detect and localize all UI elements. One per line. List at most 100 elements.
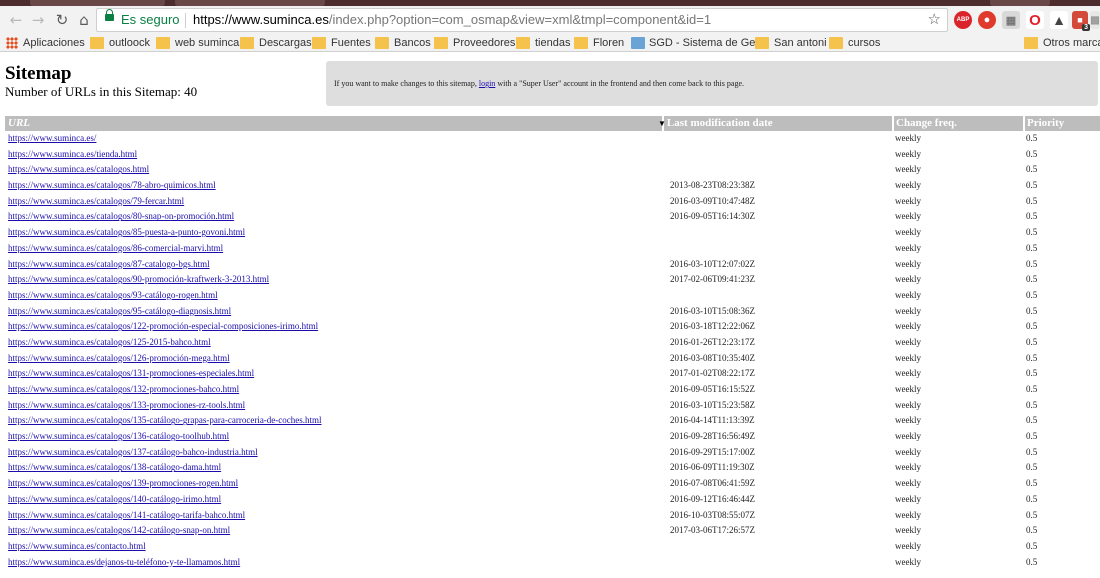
bookmark-star-icon[interactable]: ☆ <box>928 10 941 28</box>
divider <box>185 13 186 28</box>
bookmark-folder[interactable]: Fuentes <box>312 35 371 51</box>
priority-cell: 0.5 <box>1026 274 1038 285</box>
table-row: https://www.suminca.es/weekly 0.5 <box>5 131 1100 147</box>
url-link[interactable]: https://www.suminca.es/catalogos/126-pro… <box>8 353 230 363</box>
url-link[interactable]: https://www.suminca.es/catalogos/137-cat… <box>8 447 258 457</box>
changefreq-cell: weekly <box>895 368 921 379</box>
url-link[interactable]: https://www.suminca.es/tienda.html <box>8 149 137 159</box>
bookmark-folder[interactable]: Bancos <box>375 35 431 51</box>
lastmod-cell: 2013-08-23T08:23:38Z <box>670 180 755 191</box>
url-link[interactable]: https://www.suminca.es/catalogos/90-prom… <box>8 274 269 284</box>
extension-circle-icon[interactable]: ● <box>978 11 996 29</box>
url-link[interactable]: https://www.suminca.es/catalogos/141-cat… <box>8 510 245 520</box>
url-link[interactable]: https://www.suminca.es/catalogos/138-cat… <box>8 462 221 472</box>
priority-cell: 0.5 <box>1026 462 1038 473</box>
table-row: https://www.suminca.es/catalogos/137-cat… <box>5 445 1100 461</box>
table-row: https://www.suminca.es/catalogos/142-cat… <box>5 523 1100 539</box>
bookmark-label: Otros marcad <box>1043 37 1100 49</box>
column-header-lastmod[interactable]: ▼Last modification date <box>658 117 773 131</box>
url-link[interactable]: https://www.suminca.es/catalogos/86-come… <box>8 243 223 253</box>
url-link[interactable]: https://www.suminca.es/catalogos/139-pro… <box>8 478 238 488</box>
column-header-url[interactable]: URL <box>8 117 30 131</box>
bookmark-label: web suminca <box>175 37 240 49</box>
bookmark-folder[interactable]: Descargas <box>240 35 312 51</box>
incognito-hat-icon[interactable]: ▲ <box>1050 11 1068 29</box>
url-link[interactable]: https://www.suminca.es/catalogos/136-cat… <box>8 431 229 441</box>
url-link[interactable]: https://www.suminca.es/dejanos-tu-teléfo… <box>8 557 240 567</box>
folder-icon <box>312 37 326 49</box>
lastmod-cell: 2016-03-18T12:22:06Z <box>670 321 755 332</box>
priority-cell: 0.5 <box>1026 148 1038 159</box>
extension-puzzle-icon[interactable]: ▦ <box>1002 11 1020 29</box>
url-link[interactable]: https://www.suminca.es/catalogos/85-pues… <box>8 227 245 237</box>
bookmark-label: outloock <box>109 37 150 49</box>
forward-icon[interactable]: → <box>28 10 48 30</box>
url-link[interactable]: https://www.suminca.es/catalogos/132-pro… <box>8 384 239 394</box>
url-link[interactable]: https://www.suminca.es/catalogos/79-ferc… <box>8 196 184 206</box>
adblock-icon[interactable]: ABP <box>954 11 972 29</box>
table-row: https://www.suminca.es/catalogos/131-pro… <box>5 366 1100 382</box>
url-link[interactable]: https://www.suminca.es/contacto.html <box>8 541 146 551</box>
sitemap-table: URL ▼Last modification date Change freq.… <box>5 116 1100 570</box>
url-link[interactable]: https://www.suminca.es/catalogos/80-snap… <box>8 211 234 221</box>
changefreq-cell: weekly <box>895 305 921 316</box>
home-icon[interactable]: ⌂ <box>74 10 94 30</box>
table-row: https://www.suminca.es/catalogos/79-ferc… <box>5 194 1100 210</box>
reload-icon[interactable]: ↻ <box>52 10 72 30</box>
lastmod-cell: 2017-03-06T17:26:57Z <box>670 525 755 536</box>
back-icon[interactable]: ← <box>6 10 26 30</box>
table-row: https://www.suminca.es/catalogos.html wee… <box>5 162 1100 178</box>
table-row: https://www.suminca.es/catalogos/140-cat… <box>5 492 1100 508</box>
bookmark-folder[interactable]: Floren <box>574 35 624 51</box>
bookmark-folder[interactable]: outloock <box>90 35 150 51</box>
priority-cell: 0.5 <box>1026 289 1038 300</box>
url-link[interactable]: https://www.suminca.es/catalogos/125-201… <box>8 337 211 347</box>
changefreq-cell: weekly <box>895 540 921 551</box>
priority-cell: 0.5 <box>1026 556 1038 567</box>
table-row: https://www.suminca.es/catalogos/135-cat… <box>5 413 1100 429</box>
calendar-icon[interactable]: ■ 3 <box>1072 11 1090 31</box>
url-link[interactable]: https://www.suminca.es/catalogos/78-abro… <box>8 180 216 190</box>
priority-cell: 0.5 <box>1026 415 1038 426</box>
url-link[interactable]: https://www.suminca.es/catalogos/142-cat… <box>8 525 230 535</box>
url-path: /index.php?option=com_osmap&view=xml&tmp… <box>328 12 712 27</box>
bookmark-sgd[interactable]: SGD - Sistema de Ges <box>631 35 761 51</box>
url-link[interactable]: https://www.suminca.es/catalogos/122-pro… <box>8 321 318 331</box>
bookmark-label: Proveedores <box>453 37 516 49</box>
bookmark-other[interactable]: Otros marcad <box>1024 35 1100 51</box>
folder-icon <box>829 37 843 49</box>
url-link[interactable]: https://www.suminca.es/ <box>8 133 96 143</box>
column-divider <box>1023 116 1025 131</box>
pdf-icon[interactable]: ▩ <box>1090 11 1100 29</box>
priority-cell: 0.5 <box>1026 352 1038 363</box>
url-link[interactable]: https://www.suminca.es/catalogos.html <box>8 164 149 174</box>
url-link[interactable]: https://www.suminca.es/catalogos/131-pro… <box>8 368 254 378</box>
opera-icon[interactable]: O <box>1026 11 1044 29</box>
column-header-priority[interactable]: Priority <box>1027 117 1064 131</box>
bookmark-folder[interactable]: Proveedores <box>434 35 515 51</box>
address-bar[interactable]: Es seguro https://www.suminca.es/index.p… <box>96 8 948 32</box>
bookmark-folder[interactable]: cursos <box>829 35 880 51</box>
url-link[interactable]: https://www.suminca.es/catalogos/87-cata… <box>8 259 210 269</box>
bookmark-apps[interactable]: Aplicaciones <box>6 35 85 51</box>
priority-cell: 0.5 <box>1026 258 1038 269</box>
table-row: https://www.suminca.es/catalogos/93-catá… <box>5 288 1100 304</box>
priority-cell: 0.5 <box>1026 321 1038 332</box>
url-link[interactable]: https://www.suminca.es/catalogos/93-catá… <box>8 290 218 300</box>
url-link[interactable]: https://www.suminca.es/catalogos/95-catá… <box>8 306 231 316</box>
table-row: https://www.suminca.es/catalogos/122-pro… <box>5 319 1100 335</box>
column-header-changefreq[interactable]: Change freq. <box>896 117 957 131</box>
bookmark-folder[interactable]: tiendas <box>516 35 570 51</box>
changefreq-cell: weekly <box>895 352 921 363</box>
url-text[interactable]: https://www.suminca.es/index.php?option=… <box>193 12 711 27</box>
url-link[interactable]: https://www.suminca.es/catalogos/133-pro… <box>8 400 245 410</box>
bookmark-folder[interactable]: web suminca <box>156 35 239 51</box>
secure-label: Es seguro <box>121 12 180 27</box>
url-link[interactable]: https://www.suminca.es/catalogos/135-cat… <box>8 415 322 425</box>
priority-cell: 0.5 <box>1026 336 1038 347</box>
folder-icon <box>156 37 170 49</box>
url-link[interactable]: https://www.suminca.es/catalogos/140-cat… <box>8 494 221 504</box>
bookmark-folder[interactable]: San antoni <box>755 35 827 51</box>
login-link[interactable]: login <box>479 79 495 88</box>
lastmod-cell: 2016-06-09T11:19:30Z <box>670 462 755 473</box>
